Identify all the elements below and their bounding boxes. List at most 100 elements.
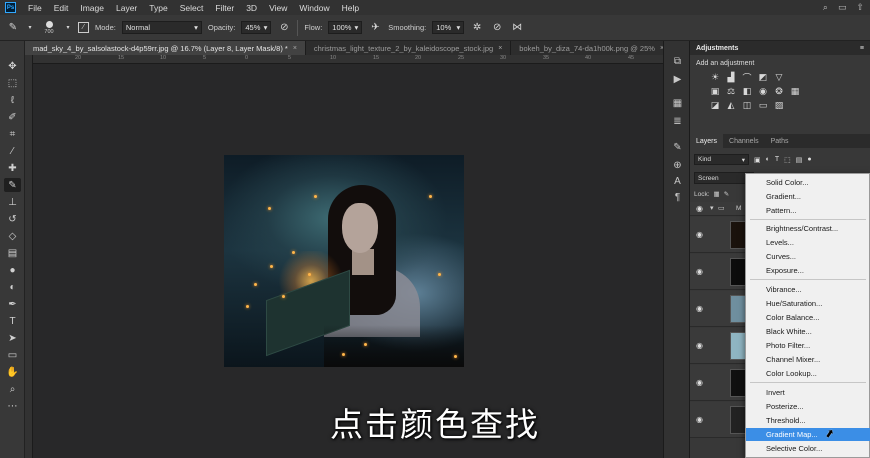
menu-file[interactable]: File <box>22 3 48 13</box>
zoom-tool-icon[interactable]: ⌕ <box>4 382 21 396</box>
menu-item-photo-filter[interactable]: Photo Filter... <box>746 339 870 352</box>
dodge-tool-icon[interactable]: ◐ <box>4 280 21 294</box>
pressure-opacity-icon[interactable]: ⊘ <box>277 21 291 35</box>
libraries-icon[interactable]: ▦ <box>670 97 685 110</box>
menu-item-invert[interactable]: Invert <box>746 386 870 399</box>
clone-stamp-tool-icon[interactable]: ⊥ <box>4 195 21 209</box>
gradient-map-icon[interactable]: ▭ <box>758 100 768 110</box>
chevron-down-icon[interactable]: ▾ <box>64 21 72 35</box>
eye-icon[interactable]: ◉ <box>696 304 703 313</box>
menu-item-black-white[interactable]: Black White... <box>746 325 870 338</box>
menu-item-channel-mixer[interactable]: Channel Mixer... <box>746 353 870 366</box>
properties-icon[interactable]: ≣ <box>670 115 685 128</box>
menu-view[interactable]: View <box>263 3 293 13</box>
menu-type[interactable]: Type <box>143 3 173 13</box>
levels-icon[interactable]: ▟ <box>726 72 736 82</box>
pen-tool-icon[interactable]: ✒ <box>4 297 21 311</box>
brush-preset-picker[interactable]: 700 <box>40 18 58 38</box>
chevron-down-icon[interactable]: ▾ <box>26 21 34 35</box>
paragraph-icon[interactable]: ¶ <box>670 191 685 204</box>
healing-brush-tool-icon[interactable]: ✚ <box>4 161 21 175</box>
black-white-icon[interactable]: ◧ <box>742 86 752 96</box>
menu-item-solid-color[interactable]: Solid Color... <box>746 176 870 189</box>
eye-icon[interactable]: ◉ <box>696 415 703 424</box>
path-select-tool-icon[interactable]: ➤ <box>4 331 21 345</box>
history-brush-tool-icon[interactable]: ↺ <box>4 212 21 226</box>
mode-select[interactable]: Normal ▾ <box>121 21 202 34</box>
menu-item-color-lookup[interactable]: Color Lookup... <box>746 367 870 380</box>
hue-saturation-icon[interactable]: ▣ <box>710 86 720 96</box>
lock-position-icon[interactable]: ✎ <box>724 190 729 198</box>
color-balance-icon[interactable]: ⚖ <box>726 86 736 96</box>
brush-tool-icon[interactable]: ✎ <box>6 21 20 35</box>
color-lookup-icon[interactable]: ▦ <box>790 86 800 96</box>
tab-layers[interactable]: Layers <box>690 134 724 148</box>
menu-item-levels[interactable]: Levels... <box>746 236 870 249</box>
invert-icon[interactable]: ◪ <box>710 100 720 110</box>
channel-mixer-icon[interactable]: ❂ <box>774 86 784 96</box>
menu-window[interactable]: Window <box>293 3 335 13</box>
menu-image[interactable]: Image <box>74 3 110 13</box>
smart-object-filter-icon[interactable]: ▤ <box>796 156 803 164</box>
menu-help[interactable]: Help <box>336 3 365 13</box>
clone-source-icon[interactable]: ⊕ <box>670 159 685 172</box>
history-icon[interactable]: ⧉ <box>670 55 685 68</box>
menu-item-posterize[interactable]: Posterize... <box>746 400 870 413</box>
gradient-tool-icon[interactable]: ▤ <box>4 246 21 260</box>
brush-tool-icon[interactable]: ✎ <box>4 178 21 192</box>
flow-field[interactable]: 100% ▾ <box>328 21 363 34</box>
rectangle-tool-icon[interactable]: ▭ <box>4 348 21 362</box>
eye-icon[interactable]: ◉ <box>696 267 703 276</box>
selective-color-icon[interactable]: ▨ <box>774 100 784 110</box>
character-icon[interactable]: A <box>670 175 685 188</box>
shape-filter-icon[interactable]: ⬚ <box>784 156 791 164</box>
hand-tool-icon[interactable]: ✋ <box>4 365 21 379</box>
share-icon[interactable]: ⇧ <box>856 2 864 13</box>
panel-menu-icon[interactable]: ≡ <box>860 45 864 52</box>
brush-settings-icon[interactable]: ✎ <box>670 141 685 154</box>
menu-item-exposure[interactable]: Exposure... <box>746 264 870 277</box>
brightness-contrast-icon[interactable]: ☀ <box>710 72 720 82</box>
menu-item-color-balance[interactable]: Color Balance... <box>746 311 870 324</box>
gear-icon[interactable]: ✲ <box>470 21 484 35</box>
menu-layer[interactable]: Layer <box>110 3 143 13</box>
airbrush-icon[interactable]: ✈ <box>368 21 382 35</box>
tab-document-3[interactable]: bokeh_by_diza_74-da1h00k.png @ 25% × <box>511 41 674 55</box>
menu-item-gradient[interactable]: Gradient... <box>746 190 870 203</box>
menu-item-vibrance[interactable]: Vibrance... <box>746 283 870 296</box>
menu-item-curves[interactable]: Curves... <box>746 250 870 263</box>
lasso-tool-icon[interactable]: ℓ <box>4 93 21 107</box>
workspace-icon[interactable]: ▭ <box>838 2 847 13</box>
symmetry-icon[interactable]: ⋈ <box>510 21 524 35</box>
menu-item-hue-saturation[interactable]: Hue/Saturation... <box>746 297 870 310</box>
move-tool-icon[interactable]: ✥ <box>4 59 21 73</box>
eraser-tool-icon[interactable]: ◇ <box>4 229 21 243</box>
blur-tool-icon[interactable]: ● <box>4 263 21 277</box>
type-filter-icon[interactable]: T <box>775 156 779 163</box>
quick-select-tool-icon[interactable]: ✐ <box>4 110 21 124</box>
eye-icon[interactable]: ◉ <box>696 341 703 350</box>
eye-icon[interactable]: ◉ <box>696 204 703 213</box>
vibrance-icon[interactable]: ▽ <box>774 72 784 82</box>
posterize-icon[interactable]: ◭ <box>726 100 736 110</box>
close-icon[interactable]: × <box>293 45 297 52</box>
adjustment-filter-icon[interactable]: ◐ <box>766 156 770 163</box>
marquee-tool-icon[interactable]: ⬚ <box>4 76 21 90</box>
filter-toggle-icon[interactable]: ● <box>807 156 811 163</box>
curves-icon[interactable]: ⌒ <box>742 72 752 83</box>
menu-select[interactable]: Select <box>174 3 210 13</box>
lock-pixels-icon[interactable]: ▦ <box>714 190 720 198</box>
adjustments-title[interactable]: Adjustments <box>696 45 738 52</box>
more-tools-icon[interactable]: ⋯ <box>4 399 21 413</box>
menu-3d[interactable]: 3D <box>240 3 263 13</box>
smoothing-field[interactable]: 10% ▾ <box>432 21 465 34</box>
close-icon[interactable]: × <box>498 45 502 52</box>
eyedropper-tool-icon[interactable]: ⁄ <box>4 144 21 158</box>
tab-paths[interactable]: Paths <box>765 134 795 148</box>
tab-channels[interactable]: Channels <box>723 134 765 148</box>
chevron-down-icon[interactable]: ▾ <box>710 204 714 212</box>
eye-icon[interactable]: ◉ <box>696 230 703 239</box>
eye-icon[interactable]: ◉ <box>696 378 703 387</box>
menu-edit[interactable]: Edit <box>48 3 75 13</box>
crop-tool-icon[interactable]: ⌗ <box>4 127 21 141</box>
